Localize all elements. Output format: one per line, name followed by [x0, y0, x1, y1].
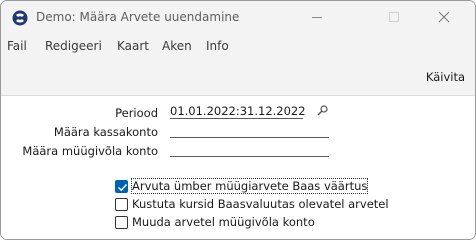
recalculate-base-checkbox[interactable] — [115, 180, 128, 193]
button-bar: Käivita — [1, 57, 475, 96]
recalculate-base-label: Arvuta ümber müügiarvete Baas väärtus — [130, 178, 369, 194]
cash-account-label: Määra kassakonto — [53, 125, 158, 139]
change-account-checkbox-row[interactable]: Muuda arvetel müügivõla konto — [115, 215, 375, 231]
title-bar[interactable]: Demo: Määra Arvete uuendamine — [1, 1, 475, 33]
hansaworld-app-icon — [12, 10, 28, 26]
menu-window[interactable]: Aken — [162, 39, 192, 53]
menu-info[interactable]: Info — [206, 39, 229, 53]
sales-account-field[interactable] — [170, 143, 329, 157]
minimize-icon — [312, 17, 322, 18]
paste-lookup-icon[interactable] — [315, 104, 329, 118]
minimize-button[interactable] — [294, 1, 340, 33]
close-button[interactable] — [421, 1, 467, 33]
delete-rates-checkbox[interactable] — [115, 198, 128, 211]
delete-rates-label: Kustuta kursid Baasvaluutas olevatel arv… — [132, 197, 389, 211]
run-button[interactable]: Käivita — [426, 70, 465, 84]
recalculate-base-checkbox-row[interactable]: Arvuta ümber müügiarvete Baas väärtus — [115, 178, 375, 195]
maximize-icon — [389, 12, 399, 22]
window-title: Demo: Määra Arvete uuendamine — [36, 10, 240, 24]
menu-file[interactable]: Fail — [7, 39, 27, 53]
delete-rates-checkbox-row[interactable]: Kustuta kursid Baasvaluutas olevatel arv… — [115, 197, 389, 213]
change-account-label: Muuda arvetel müügivõla konto — [132, 215, 315, 229]
period-label: Periood — [115, 106, 158, 120]
menu-edit[interactable]: Redigeeri — [45, 39, 102, 53]
sales-account-label: Määra müügivõla konto — [22, 144, 158, 158]
maximize-button[interactable] — [371, 1, 417, 33]
menu-bar: Fail Redigeeri Kaart Aken Info — [1, 33, 475, 57]
menu-card[interactable]: Kaart — [117, 39, 149, 53]
close-icon — [438, 11, 450, 23]
checkmark-icon — [117, 183, 128, 192]
change-account-checkbox[interactable] — [115, 216, 128, 229]
cash-account-field[interactable] — [170, 124, 329, 138]
dialog-window: Demo: Määra Arvete uuendamine Fail Redig… — [0, 0, 476, 240]
specification-form: Periood 01.01.2022:31.12.2022 Määra kass… — [1, 96, 475, 239]
period-field[interactable]: 01.01.2022:31.12.2022 — [170, 105, 306, 119]
